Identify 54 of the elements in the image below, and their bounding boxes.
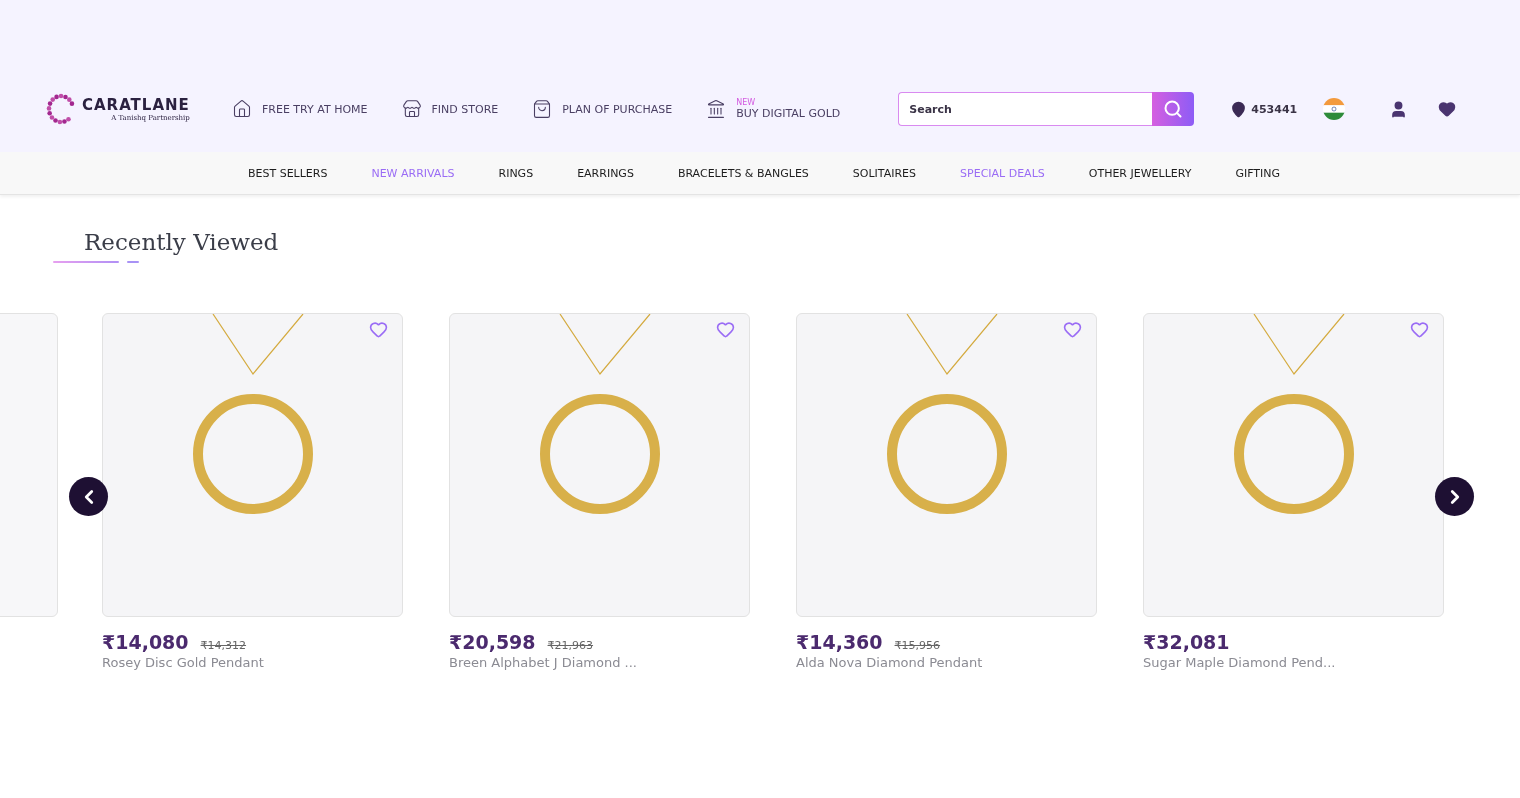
store-icon xyxy=(401,99,422,119)
heart-icon xyxy=(369,320,388,339)
nav-item[interactable]: GIFTING xyxy=(1235,166,1281,180)
wishlist-button[interactable] xyxy=(1438,100,1457,118)
nav-item[interactable]: BRACELETS & BANGLES xyxy=(677,166,809,180)
nav-item[interactable]: SOLITAIRES xyxy=(852,166,917,180)
next-button[interactable] xyxy=(1435,477,1474,516)
header-link[interactable]: PLAN OF PURCHASE xyxy=(532,99,673,119)
search-icon xyxy=(1163,99,1184,119)
search-button[interactable] xyxy=(1152,92,1195,126)
price: ₹14,360 xyxy=(796,631,883,653)
pincode[interactable]: 453441 xyxy=(1251,102,1298,116)
old-price: ₹21,963 xyxy=(547,639,594,652)
search-field[interactable]: Search xyxy=(898,92,1153,126)
header-link-label: FREE TRY AT HOME xyxy=(262,102,368,116)
heart-icon xyxy=(1063,320,1082,339)
header-link-label: FIND STORE xyxy=(431,102,499,116)
bag-icon xyxy=(532,99,553,119)
photo-placeholder[interactable] xyxy=(796,313,1097,617)
title-underline xyxy=(53,261,119,263)
nav-item[interactable]: RINGS xyxy=(498,166,534,180)
heart-icon xyxy=(1410,320,1429,339)
old-price: ₹15,956 xyxy=(894,639,941,652)
product-name[interactable]: Alda Nova Diamond Pendant xyxy=(796,655,1097,670)
product-name[interactable]: Breen Alphabet J Diamond ... xyxy=(449,655,750,670)
flag-icon[interactable] xyxy=(1323,98,1346,120)
heart-icon xyxy=(1438,100,1457,118)
old-price: ₹14,312 xyxy=(200,639,247,652)
photo-placeholder[interactable] xyxy=(449,313,750,617)
nav-item[interactable]: EARRINGS xyxy=(577,166,634,180)
nav-item[interactable]: NEW ARRIVALS xyxy=(371,166,455,180)
logo-name: CARATLANE xyxy=(82,96,190,114)
new-label: NEW xyxy=(736,98,757,107)
nav-item[interactable]: SPECIAL DEALS xyxy=(960,166,1045,180)
price: ₹20,598 xyxy=(449,631,536,653)
nav-item[interactable]: BEST SELLERS xyxy=(247,166,328,180)
header-link[interactable]: FIND STORE xyxy=(401,99,499,119)
header-link-label: PLAN OF PURCHASE xyxy=(562,102,673,116)
section-title: Recently Viewed xyxy=(84,229,280,255)
home-icon xyxy=(232,99,252,119)
logo-icon xyxy=(46,92,76,126)
heart-icon xyxy=(716,320,735,339)
price: ₹14,080 xyxy=(102,631,189,653)
previous-button[interactable] xyxy=(69,477,108,516)
header-link[interactable]: FREE TRY AT HOME xyxy=(232,99,368,119)
price: ₹32,081 xyxy=(1143,631,1230,653)
product-name[interactable]: Rosey Disc Gold Pendant xyxy=(102,655,403,670)
bank-icon xyxy=(706,99,727,119)
title-underline xyxy=(127,261,139,263)
header-link-label: BUY DIGITAL GOLD xyxy=(736,106,841,120)
nav-item[interactable]: OTHER JEWELLERY xyxy=(1088,166,1192,180)
product-name[interactable]: Sugar Maple Diamond Pend... xyxy=(1143,655,1444,670)
header-link[interactable]: NEW BUY DIGITAL GOLD xyxy=(706,98,841,120)
location-pin-icon[interactable] xyxy=(1230,100,1248,118)
